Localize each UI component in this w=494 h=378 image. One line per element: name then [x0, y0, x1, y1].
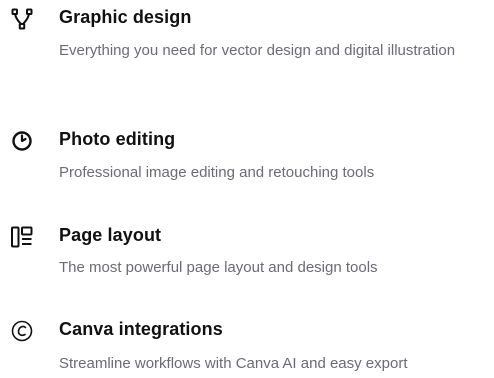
menu-item-title: Graphic design [59, 7, 192, 27]
page-layout-icon [10, 225, 34, 249]
canva-logo-icon [10, 319, 34, 343]
menu-item-canva-integrations[interactable]: Canva integrations Streamline workflows … [0, 310, 494, 378]
menu-item-graphic-design[interactable]: Graphic design Everything you need for v… [0, 0, 494, 110]
product-menu: Graphic design Everything you need for v… [0, 0, 494, 378]
vector-nodes-icon [10, 7, 34, 31]
menu-item-description: Professional image editing and retouchin… [59, 164, 375, 181]
menu-item-description: The most powerful page layout and design… [59, 259, 378, 276]
menu-item-description: Everything you need for vector design an… [59, 42, 456, 59]
menu-item-title: Photo editing [59, 129, 176, 149]
menu-item-description: Streamline workflows with Canva AI and e… [59, 355, 408, 372]
menu-item-page-layout[interactable]: Page layout The most powerful page layou… [0, 216, 494, 296]
menu-item-photo-editing[interactable]: Photo editing Professional image editing… [0, 118, 494, 198]
menu-item-title: Page layout [59, 225, 162, 245]
photo-ring-icon [10, 129, 34, 153]
menu-item-title: Canva integrations [59, 319, 223, 339]
